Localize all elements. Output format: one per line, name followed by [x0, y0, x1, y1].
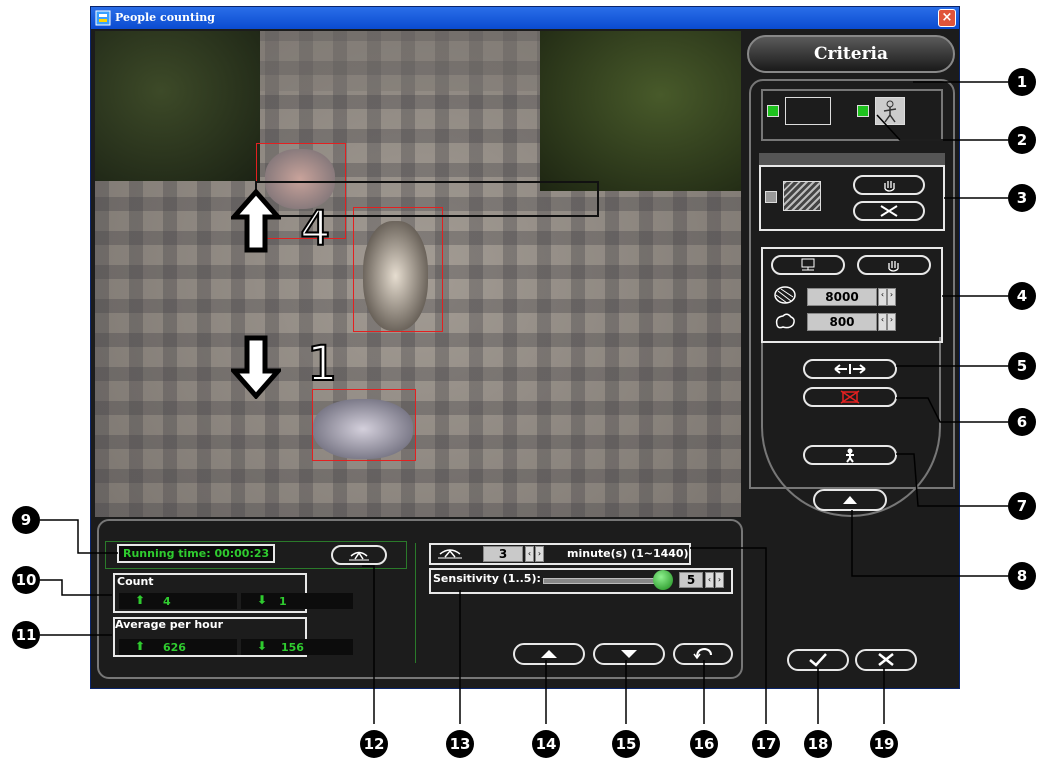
- callout-8: 8: [1008, 562, 1036, 590]
- callout-1: 1: [1008, 68, 1036, 96]
- callout-9: 9: [12, 506, 40, 534]
- callout-5: 5: [1008, 352, 1036, 380]
- callout-19: 19: [870, 730, 898, 758]
- callout-3: 3: [1008, 184, 1036, 212]
- callout-15: 15: [612, 730, 640, 758]
- callout-18: 18: [804, 730, 832, 758]
- callout-2: 2: [1008, 126, 1036, 154]
- callout-leader-lines: [40, 81, 1008, 724]
- callout-11: 11: [12, 621, 40, 649]
- callout-4: 4: [1008, 282, 1036, 310]
- callout-12: 12: [360, 730, 388, 758]
- callout-14: 14: [532, 730, 560, 758]
- callout-17: 17: [752, 730, 780, 758]
- callout-16: 16: [690, 730, 718, 758]
- callout-7: 7: [1008, 492, 1036, 520]
- callout-6: 6: [1008, 408, 1036, 436]
- callout-13: 13: [446, 730, 474, 758]
- callout-10: 10: [12, 566, 40, 594]
